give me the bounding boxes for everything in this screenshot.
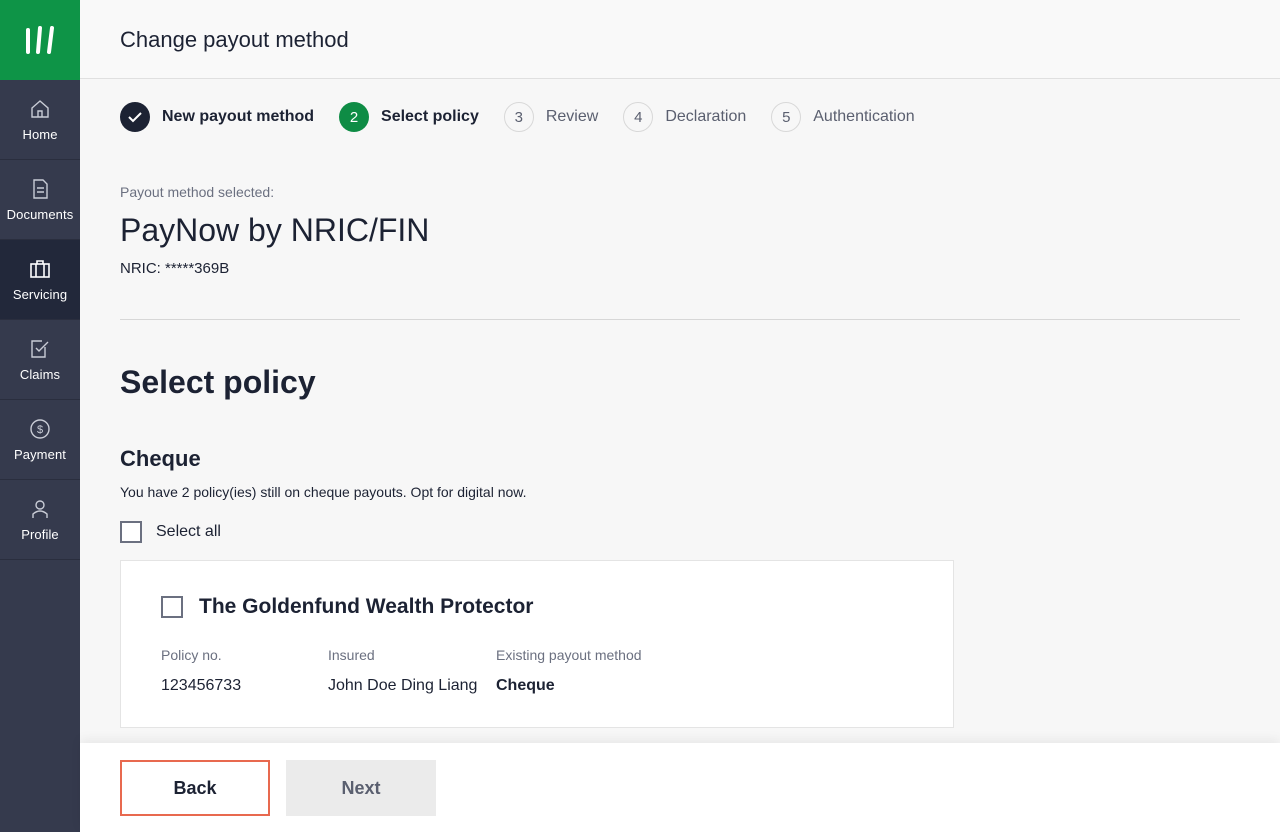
policy-number-label: Policy no. [161,647,222,663]
sidebar-item-label: Documents [6,207,74,222]
sidebar-item-home[interactable]: Home [0,80,80,160]
step-label: Select policy [381,108,479,125]
brand-logo-icon [26,26,54,54]
svg-text:$: $ [37,424,43,436]
step-new-payout-method[interactable]: New payout method [120,102,314,132]
policy-name: The Goldenfund Wealth Protector [199,595,534,618]
sidebar-item-payment[interactable]: $ Payment [0,400,80,480]
briefcase-icon [30,260,50,278]
payout-method-name: PayNow by NRIC/FIN [120,212,430,248]
sidebar-item-label: Home [22,127,58,142]
user-icon [32,500,48,518]
policy-number-value: 123456733 [161,677,242,694]
document-icon [33,179,48,199]
step-label: Declaration [665,108,747,125]
sidebar: Home Documents Servicing Claims $ Paymen… [0,0,80,832]
select-all-checkbox[interactable]: Select all [120,521,221,543]
step-number: 5 [771,102,802,132]
home-icon [31,100,49,118]
payout-nric: NRIC: *****369B [120,260,230,277]
back-button[interactable]: Back [120,760,270,816]
step-review: 3 Review [503,102,599,132]
checkbox-icon[interactable] [120,521,142,543]
existing-method-field: Existing payout method Cheque [496,647,642,695]
policy-number-field: Policy no. 123456733 [161,647,241,695]
sidebar-item-label: Profile [21,527,59,542]
divider [120,319,1240,320]
step-number: 4 [623,102,654,132]
insured-field: Insured John Doe Ding Liang [328,647,477,695]
sidebar-item-label: Servicing [12,287,68,302]
sidebar-item-label: Claims [19,367,61,382]
footer-bar: Back Next [80,743,1280,832]
page-title: Change payout method [120,27,349,52]
policy-checkbox[interactable]: The Goldenfund Wealth Protector [161,595,533,619]
existing-method-value: Cheque [496,677,555,694]
section-title: Select policy [120,364,316,400]
payout-method-caption: Payout method selected: [120,184,275,200]
sidebar-item-profile[interactable]: Profile [0,480,80,560]
step-number: 2 [339,102,370,132]
header: Change payout method [80,0,1280,79]
select-all-label: Select all [156,523,221,540]
sidebar-item-claims[interactable]: Claims [0,320,80,400]
existing-method-label: Existing payout method [496,647,642,663]
brand-logo[interactable] [0,0,80,80]
group-description: You have 2 policy(ies) still on cheque p… [120,484,527,500]
step-label: Review [545,108,599,125]
step-authentication: 5 Authentication [771,102,915,132]
checkmark-icon [120,102,150,132]
step-declaration: 4 Declaration [623,102,746,132]
step-label: New payout method [162,108,315,125]
sidebar-item-label: Payment [13,447,66,462]
policy-card: The Goldenfund Wealth Protector Policy n… [120,560,954,728]
step-number: 3 [503,102,534,132]
step-label: Authentication [813,108,915,125]
sidebar-item-servicing[interactable]: Servicing [0,240,80,320]
progress-stepper: New payout method 2 Select policy 3 Revi… [120,102,940,132]
checkbox-icon[interactable] [161,596,183,618]
next-button[interactable]: Next [286,760,436,816]
sidebar-item-documents[interactable]: Documents [0,160,80,240]
insured-label: Insured [328,647,375,663]
claims-icon [31,340,49,358]
insured-value: John Doe Ding Liang [328,677,478,694]
step-select-policy: 2 Select policy [339,102,479,132]
group-title: Cheque [120,446,201,471]
dollar-icon: $ [30,419,50,439]
